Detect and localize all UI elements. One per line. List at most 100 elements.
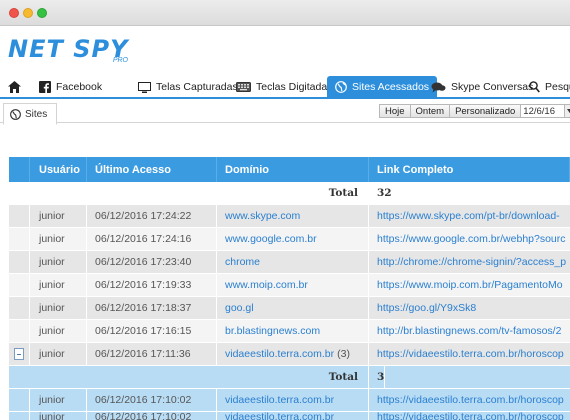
header-link-completo[interactable]: Link Completo [369,157,570,182]
home-icon [8,81,21,93]
minimize-window-button[interactable] [23,8,33,18]
nav-facebook[interactable]: Facebook [39,76,102,98]
cell-domain[interactable]: vidaeestilo.terra.com.br [225,348,334,360]
cell-user: junior [30,297,87,319]
keyboard-icon [236,82,251,92]
table-row[interactable]: junior 06/12/2016 17:19:33 www.moip.com.… [9,274,570,297]
cell-user: junior [30,205,87,227]
close-window-button[interactable] [9,8,19,18]
chat-bubble-icon [431,82,446,93]
globe-icon [335,81,347,93]
cell-user: junior [30,274,87,296]
cell-domain[interactable]: vidaeestilo.terra.com.br [217,412,369,420]
table-row[interactable]: junior 06/12/2016 17:16:15 br.blastingne… [9,320,570,343]
table-row[interactable]: junior 06/12/2016 17:18:37 goo.gl https:… [9,297,570,320]
table-row[interactable]: junior 06/12/2016 17:23:40 chrome http:/… [9,251,570,274]
cell-domain[interactable]: vidaeestilo.terra.com.br [217,389,369,411]
table-row[interactable]: junior 06/12/2016 17:24:16 www.google.co… [9,228,570,251]
cell-user: junior [30,389,87,411]
date-input[interactable]: 12/6/16 [521,105,566,117]
domain-count: (3) [337,348,350,360]
cell-time: 06/12/2016 17:16:15 [87,320,217,342]
header-ultimo-acesso[interactable]: Último Acesso [87,157,217,182]
cell-time: 06/12/2016 17:10:02 [87,389,217,411]
cell-time: 06/12/2016 17:19:33 [87,274,217,296]
cell-time: 06/12/2016 17:18:37 [87,297,217,319]
cell-domain[interactable]: www.google.com.br [217,228,369,250]
group-total-row[interactable]: Total 3 [9,366,570,389]
group-total-value: 32 [369,182,393,204]
date-dropdown-arrow[interactable] [565,105,570,117]
table-row[interactable]: junior 06/12/2016 17:11:36 vidaeestilo.t… [9,343,570,366]
group-total-label: Total [9,182,369,204]
nav-telas-capturadas[interactable]: Telas Capturadas [138,76,238,98]
cell-link[interactable]: https://www.google.com.br/webhp?sourc [369,228,570,250]
nav-telas-capturadas-label: Telas Capturadas [156,81,238,93]
tab-sites-label: Sites [25,108,48,120]
cell-domain[interactable]: goo.gl [217,297,369,319]
custom-range-button[interactable]: Personalizado [450,105,522,117]
row-expander-cell [9,297,30,319]
search-icon [529,81,540,93]
cell-user: junior [30,412,87,420]
row-expander-cell [9,343,30,365]
nav-sites-acessados-label: Sites Acessados [352,81,430,93]
cell-link[interactable]: https://www.skype.com/pt-br/download- [369,205,570,227]
header-usuario[interactable]: Usuário [30,157,87,182]
tab-sites[interactable]: Sites [3,103,57,125]
group-total-label: Total [9,366,369,388]
cell-link[interactable]: http://br.blastingnews.com/tv-famosos/2 [369,320,570,342]
cell-user: junior [30,320,87,342]
cell-domain[interactable]: br.blastingnews.com [217,320,369,342]
cell-link[interactable]: https://www.moip.com.br/PagamentoMo [369,274,570,296]
cell-domain[interactable]: chrome [217,251,369,273]
zoom-window-button[interactable] [37,8,47,18]
cell-link[interactable]: https://vidaeestilo.terra.com.br/horosco… [369,343,570,365]
cell-time: 06/12/2016 17:10:02 [87,412,217,420]
cell-link[interactable]: https://vidaeestilo.terra.com.br/horosco… [369,389,570,411]
nav-sites-acessados[interactable]: Sites Acessados [327,76,438,98]
collapse-group-toggle[interactable] [14,348,24,360]
table-row[interactable]: junior 06/12/2016 17:10:02 vidaeestilo.t… [9,412,570,420]
main-nav: Facebook Telas Capturadas Teclas Digitad… [0,76,570,98]
sites-table: Usuário Último Acesso Domínio Link Compl… [9,157,570,420]
monitor-icon [138,81,151,93]
table-row[interactable]: junior 06/12/2016 17:10:02 vidaeestilo.t… [9,389,570,412]
window-titlebar [0,0,570,26]
table-row[interactable]: junior 06/12/2016 17:24:22 www.skype.com… [9,205,570,228]
cell-time: 06/12/2016 17:24:16 [87,228,217,250]
nav-facebook-label: Facebook [56,81,103,93]
nav-pesquisas[interactable]: Pesqui [529,76,570,98]
row-expander-cell [9,205,30,227]
group-total-row[interactable]: Total 32 [9,182,570,205]
cell-domain[interactable]: www.skype.com [217,205,369,227]
cell-link[interactable]: https://goo.gl/Y9xSk8 [369,297,570,319]
row-expander-cell [9,412,30,420]
cell-user: junior [30,251,87,273]
row-expander-cell [9,251,30,273]
nav-teclas-digitadas-label: Teclas Digitadas [256,81,333,93]
cell-time: 06/12/2016 17:24:22 [87,205,217,227]
nav-skype-conversas-label: Skype Conversas [451,81,534,93]
cell-link[interactable]: https://vidaeestilo.terra.com.br/horosco… [369,412,570,420]
logo-sub: PRO [112,57,128,64]
today-button[interactable]: Hoje [380,105,411,117]
minus-icon [17,353,21,355]
nav-pesquisas-label: Pesqui [545,81,570,93]
cell-link[interactable]: http://chrome://chrome-signin/?access_p [369,251,570,273]
table-header: Usuário Último Acesso Domínio Link Compl… [9,157,570,182]
cell-time: 06/12/2016 17:11:36 [87,343,217,365]
cell-domain[interactable]: www.moip.com.br [217,274,369,296]
row-expander-cell [9,320,30,342]
nav-skype-conversas[interactable]: Skype Conversas [431,76,533,98]
nav-home[interactable] [8,76,26,98]
app-logo: NET SPY PRO [8,37,132,67]
group-total-value: 3 [369,366,386,388]
sub-toolbar: Sites Hoje Ontem Personalizado 12/6/16 [0,99,570,125]
nav-teclas-digitadas[interactable]: Teclas Digitadas [236,76,332,98]
date-filter: Hoje Ontem Personalizado 12/6/16 [379,104,570,118]
cell-domain-with-count[interactable]: vidaeestilo.terra.com.br (3) [217,343,369,365]
header-dominio[interactable]: Domínio [217,157,369,182]
yesterday-button[interactable]: Ontem [410,105,451,117]
row-expander-cell [9,228,30,250]
